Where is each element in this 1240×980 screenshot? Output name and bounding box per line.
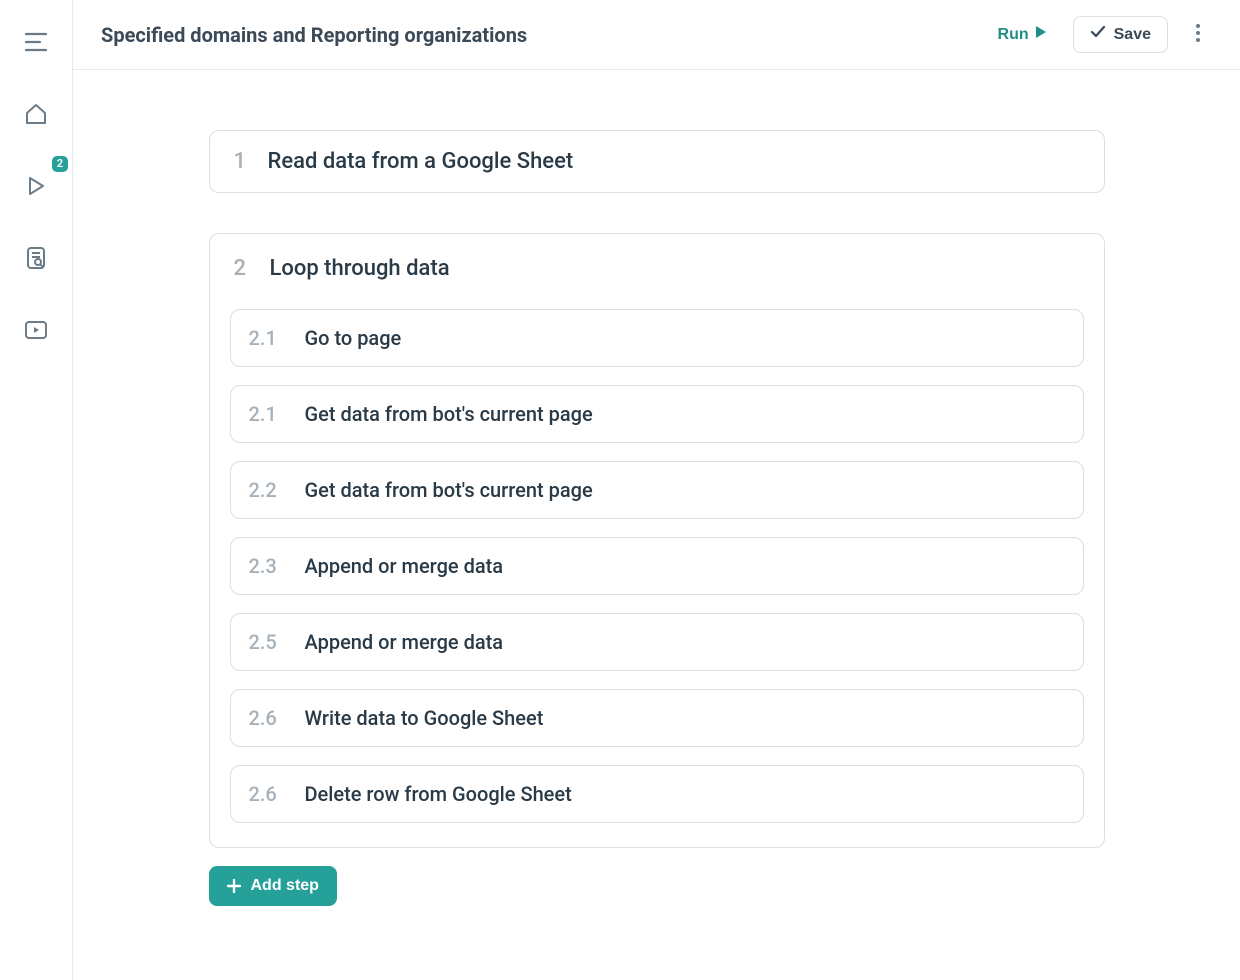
workflow-canvas: 1 Read data from a Google Sheet 2 Loop t… [209, 130, 1105, 940]
step-title: Loop through data [270, 256, 450, 281]
hamburger-icon [24, 32, 48, 52]
nav-videos[interactable] [18, 312, 54, 348]
more-vertical-icon [1196, 24, 1200, 45]
step-card-2: 2 Loop through data 2.1 Go to page 2.1 G… [209, 233, 1105, 848]
main: Specified domains and Reporting organiza… [73, 0, 1240, 980]
substep-title: Write data to Google Sheet [305, 706, 544, 730]
runs-badge: 2 [52, 156, 68, 172]
substep-card[interactable]: 2.6 Delete row from Google Sheet [230, 765, 1084, 823]
check-icon [1090, 25, 1106, 44]
header: Specified domains and Reporting organiza… [73, 0, 1240, 70]
step-header[interactable]: 2 Loop through data [230, 256, 1084, 281]
plus-icon [227, 879, 241, 893]
substep-title: Delete row from Google Sheet [305, 782, 572, 806]
substep-card[interactable]: 2.2 Get data from bot's current page [230, 461, 1084, 519]
substep-title: Append or merge data [305, 554, 504, 578]
substep-title: Go to page [305, 326, 402, 350]
run-button-label: Run [998, 26, 1029, 44]
substep-card[interactable]: 2.6 Write data to Google Sheet [230, 689, 1084, 747]
menu-toggle[interactable] [18, 24, 54, 60]
substep-number: 2.5 [249, 630, 279, 654]
substep-title: Append or merge data [305, 630, 504, 654]
home-icon [24, 103, 48, 125]
sidebar: 2 [0, 0, 73, 980]
play-icon [1035, 25, 1047, 44]
substep-card[interactable]: 2.3 Append or merge data [230, 537, 1084, 595]
add-step-label: Add step [251, 877, 319, 895]
substep-number: 2.6 [249, 782, 279, 806]
substep-card[interactable]: 2.1 Go to page [230, 309, 1084, 367]
substep-title: Get data from bot's current page [305, 402, 593, 426]
add-step-button[interactable]: Add step [209, 866, 337, 906]
step-title: Read data from a Google Sheet [268, 149, 574, 174]
substep-card[interactable]: 2.5 Append or merge data [230, 613, 1084, 671]
substeps: 2.1 Go to page 2.1 Get data from bot's c… [230, 309, 1084, 823]
substep-card[interactable]: 2.1 Get data from bot's current page [230, 385, 1084, 443]
step-number: 1 [234, 149, 248, 174]
substep-number: 2.1 [249, 402, 279, 426]
nav-logs[interactable] [18, 240, 54, 276]
document-search-icon [25, 246, 47, 270]
substep-number: 2.1 [249, 326, 279, 350]
save-button[interactable]: Save [1073, 16, 1168, 53]
more-button[interactable] [1184, 17, 1212, 53]
page-title: Specified domains and Reporting organiza… [101, 23, 972, 47]
substep-number: 2.3 [249, 554, 279, 578]
substep-number: 2.6 [249, 706, 279, 730]
nav-home[interactable] [18, 96, 54, 132]
substep-number: 2.2 [249, 478, 279, 502]
run-button[interactable]: Run [988, 17, 1057, 52]
content: 1 Read data from a Google Sheet 2 Loop t… [73, 70, 1240, 980]
substep-title: Get data from bot's current page [305, 478, 593, 502]
step-card-1[interactable]: 1 Read data from a Google Sheet [209, 130, 1105, 193]
play-outline-icon [25, 175, 47, 197]
nav-runs[interactable]: 2 [18, 168, 54, 204]
video-icon [24, 320, 48, 340]
save-button-label: Save [1114, 26, 1151, 44]
step-number: 2 [234, 256, 248, 281]
